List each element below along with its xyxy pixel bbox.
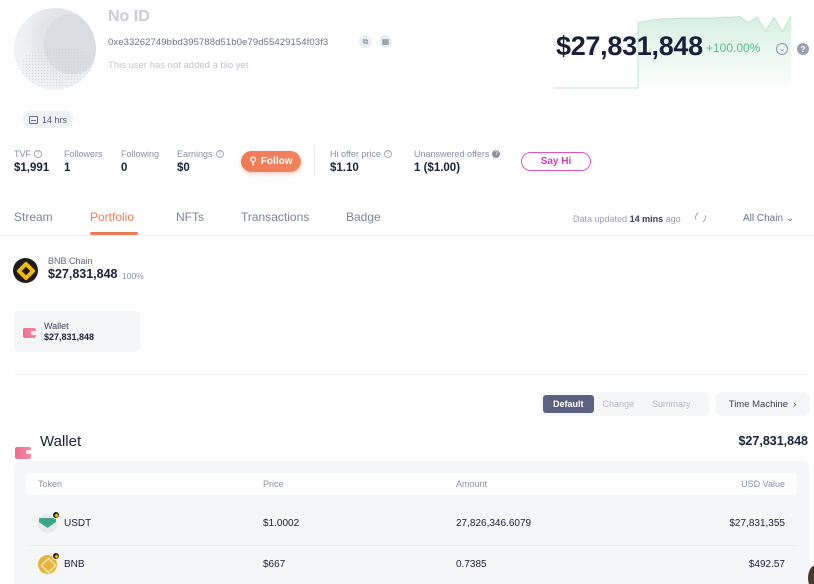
followers-label: Followers [64,149,103,159]
avatar [14,8,96,90]
chain-filter-dropdown[interactable]: All Chain ⌄ [743,213,794,224]
section-divider [14,374,809,375]
info-icon[interactable]: ? [34,150,42,158]
follow-button[interactable]: ⚲ Follow [241,151,301,172]
help-icon[interactable]: ? [797,43,809,55]
token-price: $667 [263,559,286,570]
wallet-icon [23,328,36,338]
hi-offer-label: Hi offer price ? [330,149,392,159]
active-time-badge: 14 hrs [23,111,74,128]
wallet-address[interactable]: 0xe33262749bbd395788d51b0e79d55429154f03… [108,37,328,48]
token-usd-value: $27,831,355 [729,518,785,529]
followers-value[interactable]: 1 [64,162,70,174]
profile-bio: This user has not added a bio yet [108,60,249,71]
token-amount: 27,826,346.6079 [456,518,532,529]
table-row[interactable]: USDT $1.0002 27,826,346.6079 $27,831,355 [26,505,797,545]
tab-portfolio[interactable]: Portfolio [90,210,134,224]
chain-value: $27,831,848 [48,267,118,281]
wallet-icon [15,447,31,459]
avatar-pattern [22,48,92,88]
tvf-label: TVF ? [14,149,42,159]
net-worth-value: $27,831,848 [556,31,703,61]
table-header: Token Price Amount USD Value [26,473,797,495]
column-header-token: Token [38,479,63,489]
token-symbol: BNB [64,559,85,570]
info-icon[interactable]: ? [215,150,224,158]
chain-name: BNB Chain [48,256,93,266]
chevron-down-icon: ⌄ [785,213,795,224]
copy-icon[interactable]: ⧉ [359,35,372,48]
table-row[interactable]: BNB $667 0.7385 $492.57 [26,545,797,584]
token-table: Token Price Amount USD Value USDT $1.000… [14,461,809,584]
unanswered-offers-label: Unanswered offers ? [414,149,501,159]
following-value[interactable]: 0 [121,162,127,174]
token-usd-value: $492.57 [748,559,785,570]
follow-button-label: Follow [260,156,293,167]
view-change-button[interactable]: Change [594,395,644,413]
refresh-icon[interactable] [693,210,708,225]
data-updated-suffix: ago [665,214,681,224]
say-hi-button[interactable]: Say Hi [521,152,591,171]
data-updated-status: Data updated 14 mins ago [573,214,681,224]
chevron-down-icon[interactable]: ⌄ [776,43,788,55]
token-amount: 0.7385 [456,559,487,570]
chevron-right-icon: › [793,398,797,410]
view-default-button[interactable]: Default [543,395,594,413]
bnb-chain-badge-icon [52,511,60,519]
column-header-usd-value: USD Value [741,479,785,489]
chain-percent: 100% [122,271,144,281]
tab-nfts[interactable]: NFTs [176,210,204,224]
wallet-section-total: $27,831,848 [738,434,808,448]
time-machine-button[interactable]: Time Machine › [716,392,809,416]
tvf-value: $1,991 [14,162,50,174]
hi-offer-value: $1.10 [330,162,359,174]
active-time-text: 14 hrs [42,114,68,125]
unanswered-offers-value: 1 ($1.00) [414,162,461,174]
data-updated-prefix: Data updated [573,214,628,224]
column-header-price: Price [263,479,284,489]
tab-stream[interactable]: Stream [14,210,53,224]
earnings-label: Earnings ? [177,149,224,159]
bnb-chain-badge-icon [52,552,60,560]
stats-divider [314,146,315,176]
time-machine-label: Time Machine [728,398,789,410]
user-plus-icon: ⚲ [249,156,257,167]
qr-code-icon[interactable]: ▦ [379,35,392,48]
token-price: $1.0002 [263,518,300,529]
tab-transactions[interactable]: Transactions [241,210,309,224]
tab-badge[interactable]: Badge [346,210,381,224]
token-symbol: USDT [64,518,92,529]
profile-name: No ID [108,8,150,25]
info-icon[interactable]: ? [383,150,392,158]
chain-filter-label: All Chain [743,213,784,224]
view-mode-selector: Default Change Summary [540,392,709,416]
hi-offer-label-text: Hi offer price [330,149,381,159]
wallet-section-title: Wallet [40,433,82,450]
tabs-divider [0,235,814,236]
tvf-label-text: TVF [14,149,31,159]
earnings-value: $0 [177,162,190,174]
data-updated-age: 14 mins [629,214,664,224]
wallet-card-label: Wallet [44,321,69,331]
following-label: Following [121,149,160,159]
net-worth-change: +100.00% [706,41,761,55]
column-header-amount: Amount [456,479,488,489]
view-summary-button[interactable]: Summary [643,395,700,413]
calendar-icon [29,115,38,124]
unanswered-offers-label-text: Unanswered offers [414,149,490,159]
bnb-chain-icon[interactable] [13,258,38,283]
help-icon[interactable]: ? [492,150,501,158]
earnings-label-text: Earnings [177,149,213,159]
wallet-card-value: $27,831,848 [44,332,95,342]
